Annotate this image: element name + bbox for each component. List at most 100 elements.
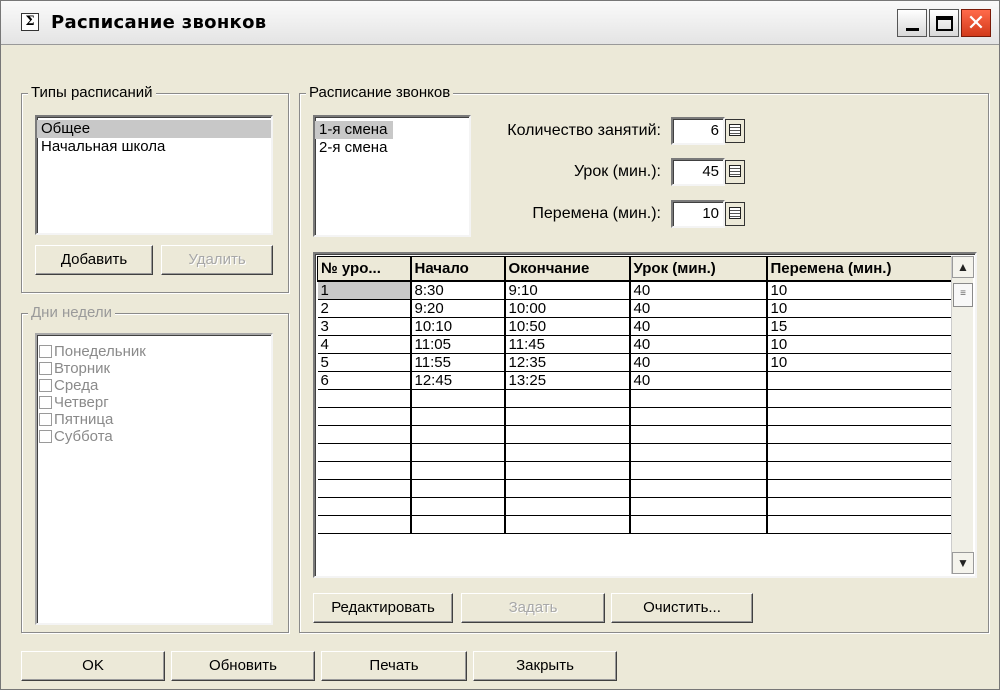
lessons-count-field[interactable]: 6 <box>671 117 725 145</box>
table-row[interactable] <box>317 497 953 516</box>
column-header-start[interactable]: Начало <box>410 256 506 282</box>
cell-lesson-number[interactable]: 2 <box>317 299 412 318</box>
cell-lesson-number[interactable] <box>317 515 412 534</box>
shift-item[interactable]: 1-я смена <box>315 121 394 139</box>
table-row[interactable]: 5 11:55 12:35 40 10 <box>317 353 953 372</box>
weekday-checkbox[interactable]: Суббота <box>37 428 271 445</box>
scroll-up-button[interactable]: ▲ <box>952 256 974 278</box>
cell-break-minutes[interactable]: 10 <box>766 335 953 354</box>
schedule-types-list[interactable]: Общее Начальная школа <box>35 115 273 235</box>
column-header-lesson-number[interactable]: № уро... <box>317 256 412 282</box>
cell-lesson-minutes[interactable]: 40 <box>629 317 768 336</box>
cell-lesson-minutes[interactable]: 40 <box>629 335 768 354</box>
cell-start[interactable] <box>410 479 506 498</box>
cell-break-minutes[interactable]: 10 <box>766 280 953 300</box>
cell-start[interactable]: 9:20 <box>410 299 506 318</box>
add-button[interactable]: Добавить <box>35 245 153 275</box>
cell-start[interactable]: 8:30 <box>410 280 506 300</box>
cell-lesson-number[interactable] <box>317 497 412 516</box>
cell-start[interactable] <box>410 515 506 534</box>
cell-start[interactable] <box>410 443 506 462</box>
cell-start[interactable] <box>410 389 506 408</box>
cell-end[interactable]: 12:35 <box>504 353 631 372</box>
edit-button[interactable]: Редактировать <box>313 593 453 623</box>
table-row[interactable] <box>317 461 953 480</box>
cell-start[interactable]: 11:55 <box>410 353 506 372</box>
cell-break-minutes[interactable]: 10 <box>766 299 953 318</box>
shift-item[interactable]: 2-я смена <box>315 139 469 157</box>
refresh-button[interactable]: Обновить <box>171 651 315 681</box>
lesson-minutes-calc-button[interactable] <box>725 160 745 184</box>
cell-break-minutes[interactable] <box>766 461 953 480</box>
cell-break-minutes[interactable] <box>766 407 953 426</box>
cell-end[interactable]: 10:00 <box>504 299 631 318</box>
cell-lesson-number[interactable]: 4 <box>317 335 412 354</box>
table-row[interactable] <box>317 407 953 426</box>
cell-lesson-minutes[interactable] <box>629 443 768 462</box>
cell-start[interactable]: 12:45 <box>410 371 506 390</box>
cell-lesson-minutes[interactable] <box>629 425 768 444</box>
cell-lesson-minutes[interactable]: 40 <box>629 371 768 390</box>
cell-end[interactable] <box>504 479 631 498</box>
clear-button[interactable]: Очистить... <box>611 593 753 623</box>
table-row[interactable] <box>317 479 953 498</box>
cell-end[interactable] <box>504 407 631 426</box>
cell-start[interactable] <box>410 425 506 444</box>
cell-start[interactable] <box>410 497 506 516</box>
cell-lesson-number[interactable] <box>317 461 412 480</box>
cell-lesson-minutes[interactable] <box>629 389 768 408</box>
grid-scrollbar[interactable]: ▲ ≡ ▼ <box>951 256 974 574</box>
cell-end[interactable]: 13:25 <box>504 371 631 390</box>
break-minutes-field[interactable]: 10 <box>671 200 725 228</box>
cell-end[interactable] <box>504 497 631 516</box>
title-bar[interactable]: Σ Расписание звонков ✕ <box>1 1 999 45</box>
scroll-down-button[interactable]: ▼ <box>952 552 974 574</box>
cell-lesson-number[interactable]: 3 <box>317 317 412 336</box>
cell-break-minutes[interactable] <box>766 497 953 516</box>
ok-button[interactable]: OK <box>21 651 165 681</box>
cell-lesson-minutes[interactable] <box>629 515 768 534</box>
cell-lesson-minutes[interactable]: 40 <box>629 353 768 372</box>
cell-lesson-number[interactable]: 1 <box>317 280 412 300</box>
column-header-break-minutes[interactable]: Перемена (мин.) <box>766 256 953 282</box>
cell-end[interactable] <box>504 515 631 534</box>
delete-button[interactable]: Удалить <box>161 245 273 275</box>
cell-break-minutes[interactable]: 15 <box>766 317 953 336</box>
cell-end[interactable] <box>504 425 631 444</box>
cell-lesson-minutes[interactable]: 40 <box>629 280 768 300</box>
weekday-checkbox[interactable]: Среда <box>37 377 271 394</box>
column-header-end[interactable]: Окончание <box>504 256 631 282</box>
cell-lesson-number[interactable] <box>317 425 412 444</box>
cell-break-minutes[interactable] <box>766 479 953 498</box>
table-row[interactable]: 6 12:45 13:25 40 <box>317 371 953 390</box>
cell-break-minutes[interactable] <box>766 443 953 462</box>
weekday-checkbox[interactable]: Четверг <box>37 394 271 411</box>
cell-lesson-number[interactable] <box>317 443 412 462</box>
table-row[interactable] <box>317 443 953 462</box>
table-row[interactable] <box>317 389 953 408</box>
lessons-count-calc-button[interactable] <box>725 119 745 143</box>
table-row[interactable]: 2 9:20 10:00 40 10 <box>317 299 953 318</box>
cell-break-minutes[interactable] <box>766 389 953 408</box>
break-minutes-calc-button[interactable] <box>725 202 745 226</box>
cell-end[interactable] <box>504 443 631 462</box>
cell-lesson-minutes[interactable] <box>629 479 768 498</box>
minimize-button[interactable] <box>897 9 927 37</box>
table-row[interactable]: 1 8:30 9:10 40 10 <box>317 280 953 300</box>
cell-lesson-number[interactable] <box>317 389 412 408</box>
cell-break-minutes[interactable] <box>766 515 953 534</box>
cell-lesson-minutes[interactable]: 40 <box>629 299 768 318</box>
cell-lesson-number[interactable]: 6 <box>317 371 412 390</box>
schedule-grid[interactable]: № уро... Начало Окончание Урок (мин.) Пе… <box>313 252 977 578</box>
weekday-checkbox[interactable]: Вторник <box>37 360 271 377</box>
close-window-button[interactable]: ✕ <box>961 9 991 37</box>
table-row[interactable]: 3 10:10 10:50 40 15 <box>317 317 953 336</box>
cell-lesson-minutes[interactable] <box>629 407 768 426</box>
cell-end[interactable]: 9:10 <box>504 280 631 300</box>
set-button[interactable]: Задать <box>461 593 605 623</box>
cell-lesson-minutes[interactable] <box>629 497 768 516</box>
print-button[interactable]: Печать <box>321 651 467 681</box>
schedule-type-item[interactable]: Общее <box>37 120 271 138</box>
cell-start[interactable]: 10:10 <box>410 317 506 336</box>
close-button[interactable]: Закрыть <box>473 651 617 681</box>
